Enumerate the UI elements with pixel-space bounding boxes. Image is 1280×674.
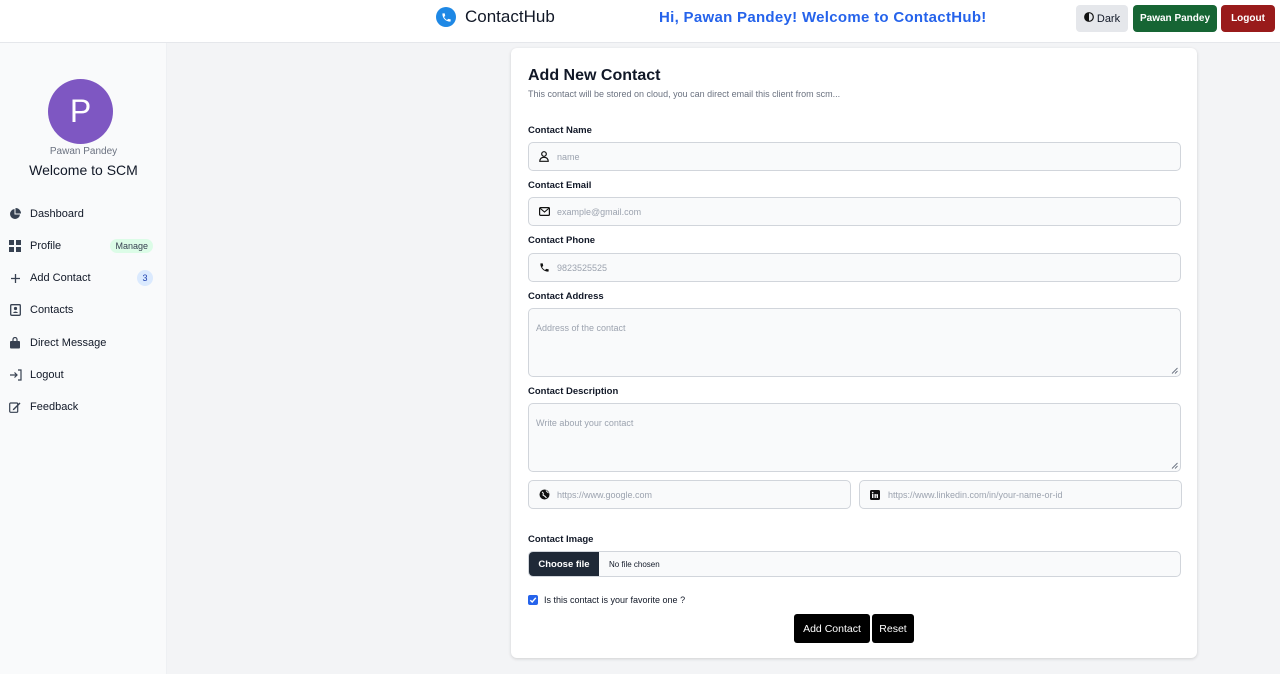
manage-badge: Manage — [110, 239, 153, 253]
contact-description-placeholder: Write about your contact — [536, 418, 634, 428]
edit-icon — [8, 400, 22, 414]
sidebar-item-label: Add Contact — [30, 272, 91, 284]
sidebar-item-label: Profile — [30, 240, 62, 252]
contact-email-input[interactable]: example@gmail.com — [528, 197, 1181, 226]
linkedin-placeholder: https://www.linkedin.com/in/your-name-or… — [888, 489, 1063, 500]
contact-image-file-input[interactable]: Choose file No file chosen — [528, 551, 1181, 577]
welcome-message: Hi, Pawan Pandey! Welcome to ContactHub! — [659, 9, 987, 26]
half-circle-icon — [1083, 12, 1094, 25]
page-subtitle: This contact will be stored on cloud, yo… — [528, 89, 841, 99]
phone-logo-icon — [436, 7, 456, 27]
brand-name: ContactHub — [465, 7, 555, 26]
dark-mode-label: Dark — [1096, 12, 1121, 25]
file-status: No file chosen — [609, 559, 660, 569]
contact-image-label: Contact Image — [528, 534, 594, 545]
contact-phone-label: Contact Phone — [528, 235, 596, 246]
envelope-icon — [538, 206, 550, 218]
sidebar-item-add-contact[interactable]: Add Contact 3 — [8, 267, 158, 289]
user-profile-button[interactable]: Pawan Pandey — [1133, 5, 1217, 32]
website-placeholder: https://www.google.com — [557, 489, 653, 500]
contact-description-textarea[interactable]: Write about your contact — [528, 403, 1181, 472]
brand[interactable]: ContactHub — [436, 7, 555, 27]
add-contact-card: Add New Contact This contact will be sto… — [511, 48, 1197, 658]
reset-button[interactable]: Reset — [872, 614, 914, 643]
favorite-label: Is this contact is your favorite one ? — [544, 595, 686, 605]
linkedin-icon — [869, 489, 881, 501]
website-input[interactable]: https://www.google.com — [528, 480, 851, 509]
contact-description-label: Contact Description — [528, 386, 619, 397]
phone-icon — [538, 262, 550, 274]
contact-address-label: Contact Address — [528, 291, 604, 302]
page-title: Add New Contact — [528, 67, 661, 84]
logout-button[interactable]: Logout — [1221, 5, 1275, 32]
resize-handle-icon[interactable] — [1171, 367, 1178, 374]
count-badge: 3 — [137, 270, 153, 286]
contact-phone-placeholder: 9823525525 — [557, 262, 608, 273]
sidebar: P Pawan Pandey Welcome to SCM Dashboard … — [0, 43, 167, 674]
resize-handle-icon[interactable] — [1171, 462, 1178, 469]
sidebar-item-feedback[interactable]: Feedback — [8, 396, 158, 418]
favorite-row: Is this contact is your favorite one ? — [528, 595, 685, 605]
user-icon — [538, 151, 550, 163]
pie-chart-icon — [8, 207, 22, 221]
grid-icon — [8, 239, 22, 253]
bag-icon — [8, 336, 22, 350]
sidebar-item-label: Direct Message — [30, 337, 107, 349]
contact-name-input[interactable]: name — [528, 142, 1181, 171]
sidebar-item-dashboard[interactable]: Dashboard — [8, 203, 158, 225]
sidebar-item-direct-message[interactable]: Direct Message — [8, 332, 158, 354]
contact-email-label: Contact Email — [528, 180, 592, 191]
sign-out-icon — [8, 368, 22, 382]
avatar[interactable]: P — [48, 79, 113, 144]
contact-address-textarea[interactable]: Address of the contact — [528, 308, 1181, 377]
choose-file-button[interactable]: Choose file — [529, 552, 599, 576]
sidebar-item-label: Logout — [30, 369, 64, 381]
sidebar-username: Pawan Pandey — [49, 146, 118, 157]
contact-name-placeholder: name — [557, 151, 580, 162]
add-contact-button[interactable]: Add Contact — [794, 614, 870, 643]
sidebar-item-label: Contacts — [30, 304, 74, 316]
top-navbar: ContactHub Hi, Pawan Pandey! Welcome to … — [0, 0, 1280, 43]
contact-name-label: Contact Name — [528, 125, 592, 136]
contact-email-placeholder: example@gmail.com — [557, 206, 642, 217]
favorite-checkbox[interactable] — [528, 595, 538, 605]
contact-address-placeholder: Address of the contact — [536, 323, 626, 333]
sidebar-item-contacts[interactable]: Contacts — [8, 299, 158, 321]
sidebar-item-logout[interactable]: Logout — [8, 364, 158, 386]
sidebar-item-label: Feedback — [30, 401, 79, 413]
sidebar-item-profile[interactable]: Profile Manage — [8, 235, 158, 257]
globe-icon — [538, 489, 550, 501]
sidebar-welcome: Welcome to SCM — [29, 162, 138, 178]
dark-mode-toggle[interactable]: Dark — [1076, 5, 1128, 32]
plus-icon — [8, 271, 22, 285]
sidebar-item-label: Dashboard — [30, 208, 84, 220]
linkedin-input[interactable]: https://www.linkedin.com/in/your-name-or… — [859, 480, 1182, 509]
contact-phone-input[interactable]: 9823525525 — [528, 253, 1181, 282]
address-book-icon — [8, 303, 22, 317]
